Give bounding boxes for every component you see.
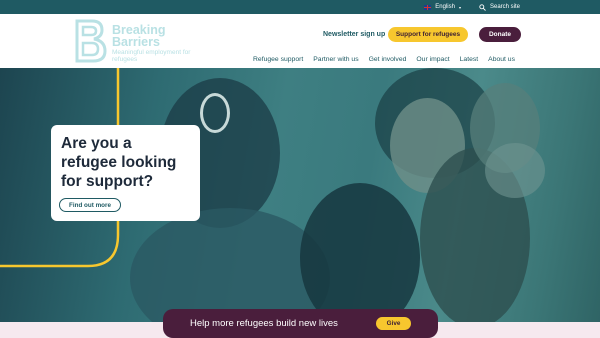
chevron-down-icon: ▾: [458, 4, 461, 10]
utility-bar: English ▾ Search site: [0, 0, 600, 14]
hero-photo-shape: [300, 183, 420, 322]
donate-button[interactable]: Donate: [479, 27, 521, 42]
language-selector[interactable]: English ▾: [424, 4, 461, 10]
logo-tagline: Meaningful employment for refugees: [112, 49, 191, 63]
find-out-more-button[interactable]: Find out more: [59, 198, 121, 212]
uk-flag-icon: [424, 4, 432, 10]
logo-word-barriers: Barriers: [112, 35, 160, 49]
support-for-refugees-button[interactable]: Support for refugees: [388, 27, 468, 42]
donate-banner: Help more refugees build new lives Give: [163, 309, 438, 338]
logo-b-mark-icon: [75, 19, 107, 63]
site-header: Breaking Barriers Meaningful employment …: [0, 14, 600, 68]
search-site-label: Search site: [489, 4, 520, 10]
nav-item-about-us[interactable]: About us: [488, 56, 515, 63]
give-button[interactable]: Give: [376, 317, 411, 330]
search-icon: [479, 3, 486, 11]
nav-item-get-involved[interactable]: Get involved: [369, 56, 407, 63]
hero-heading: Are you a refugee looking for support?: [61, 135, 177, 190]
hero-photo-shape: [485, 143, 545, 198]
language-label: English: [435, 4, 455, 10]
donate-banner-text: Help more refugees build new lives: [190, 318, 338, 329]
nav-item-partner-with-us[interactable]: Partner with us: [313, 56, 358, 63]
nav-item-our-impact[interactable]: Our impact: [416, 56, 449, 63]
newsletter-signup-link[interactable]: Newsletter sign up: [323, 31, 385, 38]
hero-photo-earring: [200, 93, 230, 133]
breaking-barriers-logo[interactable]: Breaking Barriers Meaningful employment …: [74, 18, 194, 64]
nav-item-latest[interactable]: Latest: [460, 56, 479, 63]
main-nav: Refugee support Partner with us Get invo…: [253, 56, 515, 63]
nav-item-refugee-support[interactable]: Refugee support: [253, 56, 303, 63]
hero-card: Are you a refugee looking for support? F…: [51, 125, 200, 221]
search-site-link[interactable]: Search site: [479, 3, 520, 11]
